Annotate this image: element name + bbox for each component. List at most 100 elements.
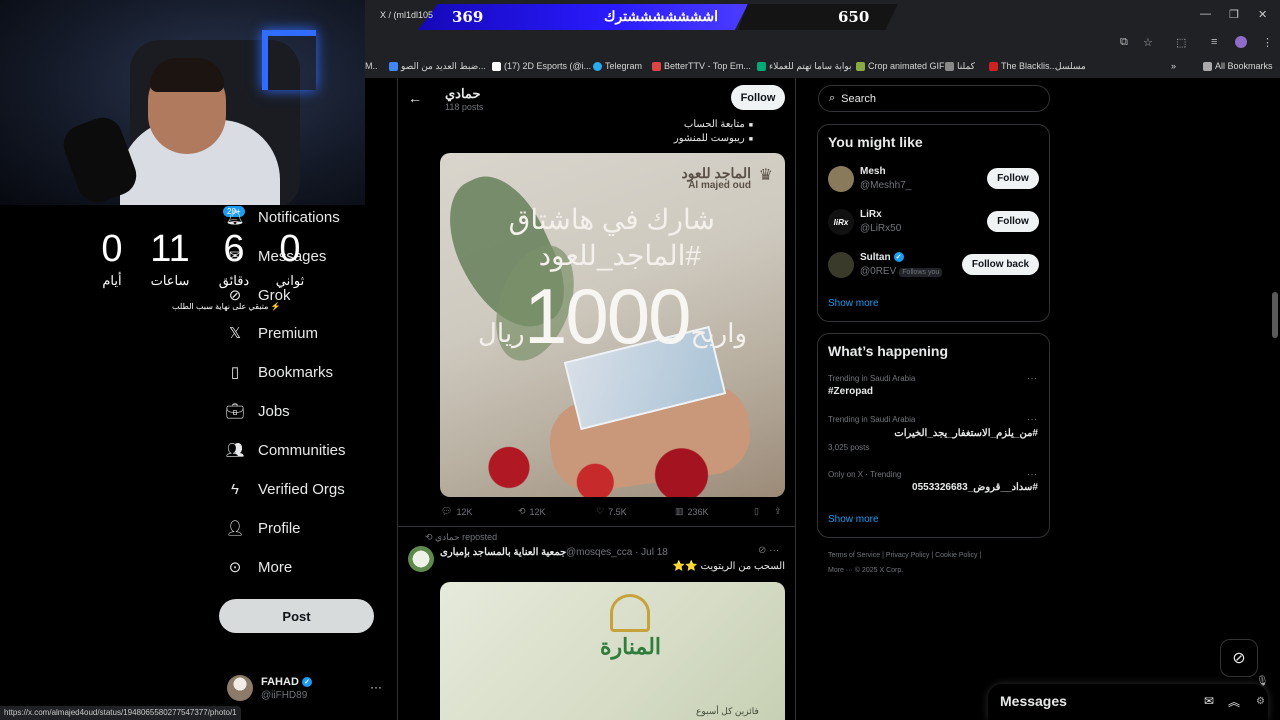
views-button[interactable]: ▥ 236K xyxy=(675,506,709,517)
trend-title[interactable]: #سداد__قروض_0553326683 xyxy=(912,482,1038,493)
bookmark-item[interactable]: The Blacklis... xyxy=(989,61,1057,71)
install-app-icon[interactable]: ⧉ xyxy=(1120,36,1128,49)
star-icon[interactable]: ☆ xyxy=(1143,36,1153,49)
back-arrow-icon[interactable]: ← xyxy=(408,90,422,106)
follow-button[interactable]: Follow xyxy=(987,211,1039,232)
like-count: 7.5K xyxy=(608,506,627,517)
follow-button[interactable]: Follow xyxy=(987,168,1039,189)
nav-label: Bookmarks xyxy=(258,363,334,381)
avatar[interactable] xyxy=(828,166,854,192)
follow-button[interactable]: Follow xyxy=(731,85,785,110)
reply-button[interactable]: 💬︎ 12K xyxy=(441,506,472,517)
compose-message-icon[interactable]: ✉ xyxy=(1204,694,1214,708)
bookmark-item[interactable]: كملنا xyxy=(945,61,975,72)
x-favicon-icon xyxy=(492,61,501,71)
trend-more-icon[interactable]: ··· xyxy=(1027,469,1037,480)
extensions-icon[interactable]: ⬚ xyxy=(1176,36,1186,49)
settings-icon[interactable]: ⚙ xyxy=(1256,696,1265,707)
tweet-image[interactable]: ♛ الماجد للعود Al majed oud شارك في هاشت… xyxy=(440,153,785,497)
nav-label: Notifications xyxy=(258,208,340,226)
trend-title[interactable]: #Zeropad xyxy=(828,386,873,397)
follow-back-button[interactable]: Follow back xyxy=(962,254,1039,275)
media-icon[interactable]: ≡ xyxy=(1211,36,1217,48)
search-input[interactable]: ⌕ Search xyxy=(818,85,1050,112)
nav-label: Profile xyxy=(258,519,301,537)
nav-verified-orgs[interactable]: ϟ Verified Orgs xyxy=(226,480,345,498)
show-more-link[interactable]: Show more xyxy=(828,514,879,525)
bookmark-item[interactable]: (17) 2D Esports (@i... xyxy=(492,61,591,71)
share-button[interactable]: ⇪ xyxy=(774,506,782,517)
lightning-icon: ϟ xyxy=(231,480,239,498)
tweet-text: السحب من الريتويت ⭐⭐ xyxy=(672,561,785,572)
bookmark-item[interactable]: بوابة ساما تهتم للعملاء xyxy=(757,61,852,72)
bookmark-item[interactable]: BetterTTV - Top Em... xyxy=(652,61,751,71)
post-button[interactable]: Post xyxy=(219,599,374,633)
show-more-link[interactable]: Show more xyxy=(828,298,879,309)
suggested-user-name[interactable]: Mesh xyxy=(860,166,886,177)
footer-links[interactable]: More ··· © 2025 X Corp. xyxy=(828,567,903,574)
avatar[interactable] xyxy=(227,675,253,701)
bookmark-item[interactable]: Telegram xyxy=(593,61,642,71)
bookmark-label: Crop animated GIF xyxy=(868,61,945,71)
suggested-user-name[interactable]: Sultan ✓ xyxy=(860,252,904,263)
account-name-text: FAHAD xyxy=(261,676,299,688)
bookmark-cut[interactable]: M.. xyxy=(365,61,378,71)
tweet-image[interactable]: المنارة فائزين كل أسبوع xyxy=(440,582,785,720)
neon-light xyxy=(262,30,316,90)
image-hashtag: #الماجد_للعود xyxy=(538,240,701,271)
avatar[interactable] xyxy=(408,546,434,572)
suggested-user-handle: @Meshh7_ xyxy=(860,180,912,191)
profile-avatar-icon[interactable] xyxy=(1235,36,1247,48)
suggested-user-handle: @0REV Follows you xyxy=(860,266,943,277)
restore-icon[interactable]: ❐ xyxy=(1229,8,1239,21)
nav-bookmarks[interactable]: ▯ Bookmarks xyxy=(226,363,334,382)
browser-menu-icon[interactable]: ⋮ xyxy=(1262,36,1273,49)
countdown-seconds: 0 ثواني xyxy=(260,228,320,289)
avatar[interactable]: liRx xyxy=(828,209,854,235)
all-bookmarks[interactable]: All Bookmarks xyxy=(1203,61,1273,71)
scrollbar[interactable] xyxy=(1272,292,1278,338)
countdown-minutes: 6 دقائق xyxy=(204,228,264,289)
nav-notifications[interactable]: 🔔︎ Notifications xyxy=(225,208,340,227)
suggested-user-name[interactable]: LiRx xyxy=(860,209,882,220)
mic-icon[interactable]: 🎙︎ xyxy=(1256,676,1269,687)
trend-title[interactable]: #من_يلزم_الاستغفار_يجد_الخيرات xyxy=(894,428,1038,439)
like-button[interactable]: ♡ 7.5K xyxy=(596,506,627,517)
panel-title: You might like xyxy=(828,134,923,150)
nav-premium[interactable]: 𝕏 Premium xyxy=(226,324,318,343)
bookmark-favicon-icon xyxy=(945,62,954,71)
nav-more[interactable]: ⊙ More xyxy=(226,558,293,577)
tweet-author-name[interactable]: جمعية العناية بالمساجد بإمبارى xyxy=(440,547,566,558)
minimize-icon[interactable]: — xyxy=(1200,8,1211,20)
account-name[interactable]: FAHAD ✓ xyxy=(261,676,312,688)
nav-jobs[interactable]: 💼︎ Jobs xyxy=(225,402,289,421)
trend-more-icon[interactable]: ··· xyxy=(1027,373,1037,384)
countdown-label: ساعات xyxy=(150,273,190,288)
tweet-more-icon[interactable]: ⊘ ··· xyxy=(758,545,779,556)
close-window-icon[interactable]: ✕ xyxy=(1258,8,1267,21)
nav-profile[interactable]: 👤︎ Profile xyxy=(225,519,301,538)
avatar[interactable] xyxy=(828,252,854,278)
bookmark-favicon-icon xyxy=(757,62,766,71)
bookmark-item[interactable]: Crop animated GIF xyxy=(856,61,945,71)
repost-count: 12K xyxy=(529,506,546,517)
bookmark-icon: ▯ xyxy=(230,364,240,381)
repost-context-text: حمادي reposted xyxy=(435,532,498,542)
bookmark-tweet-button[interactable]: ▯ xyxy=(754,506,759,517)
account-more-icon[interactable]: ··· xyxy=(370,680,382,694)
nav-label: More xyxy=(258,558,293,576)
grok-button[interactable]: ⊘ xyxy=(1220,639,1258,677)
messages-drawer[interactable]: Messages ✉ ︽ xyxy=(988,684,1268,720)
trend-more-icon[interactable]: ··· xyxy=(1027,414,1037,425)
bookmark-item[interactable]: ضبط العديد من الصو... xyxy=(389,61,486,72)
share-icon: ⇪ xyxy=(774,506,782,516)
footer-links[interactable]: Terms of Service | Privacy Policy | Cook… xyxy=(828,552,981,559)
profile-name: حمادي xyxy=(445,86,481,101)
bookmark-item[interactable]: مسلسل xyxy=(1055,61,1086,72)
repost-button[interactable]: ⟲ 12K xyxy=(518,506,546,517)
repost-context: ⟲ حمادي reposted xyxy=(425,532,497,543)
bell-icon: 🔔︎ xyxy=(225,209,245,226)
chevron-right-icon[interactable]: » xyxy=(1171,61,1176,71)
chevron-up-icon[interactable]: ︽ xyxy=(1228,693,1240,710)
nav-communities[interactable]: 👥︎ Communities xyxy=(225,441,345,460)
